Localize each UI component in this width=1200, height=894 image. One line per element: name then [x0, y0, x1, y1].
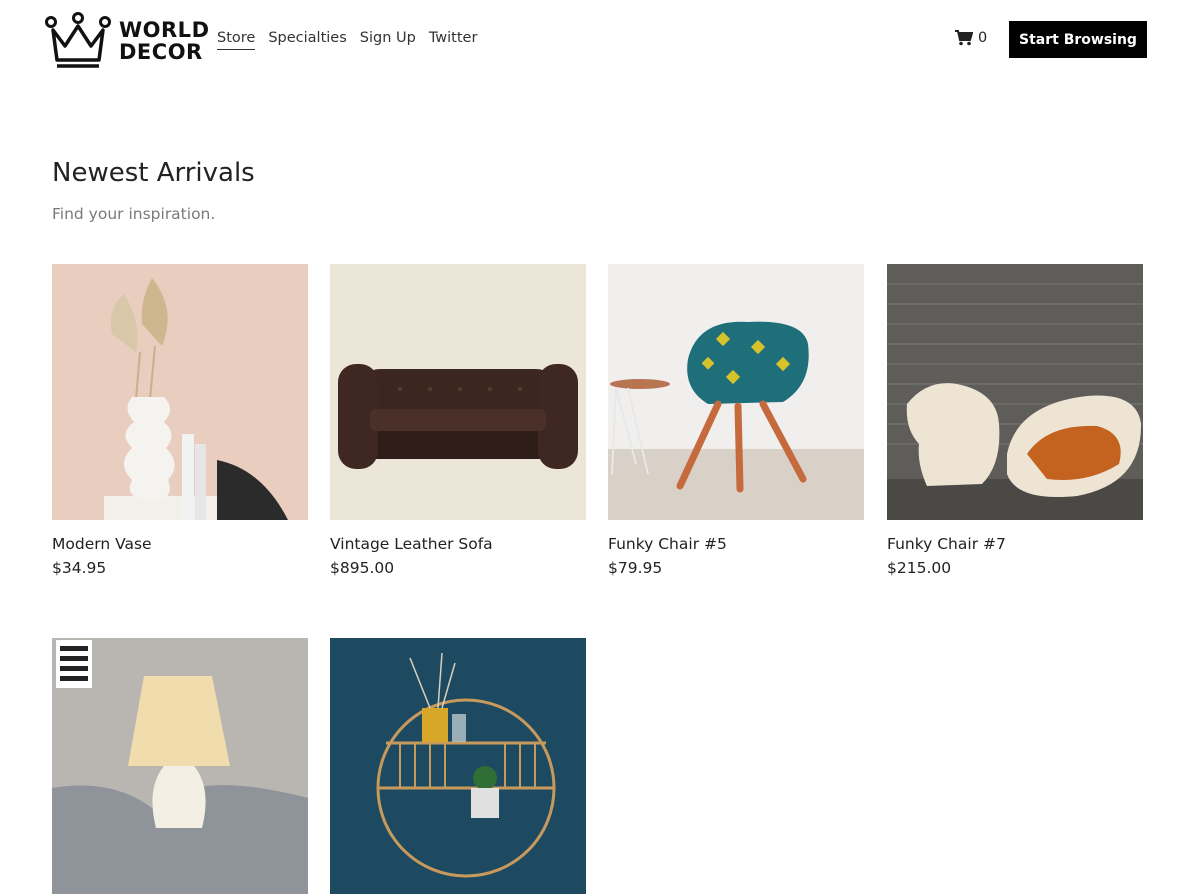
main-nav: Store Specialties Sign Up Twitter — [217, 30, 477, 50]
product-image[interactable] — [608, 264, 864, 520]
product-image[interactable] — [887, 264, 1143, 520]
product-name: Funky Chair #5 — [608, 535, 727, 553]
nav-twitter[interactable]: Twitter — [429, 30, 478, 50]
product-price: $215.00 — [887, 559, 952, 577]
product-price: $895.00 — [330, 559, 395, 577]
brand-wordmark: WORLD DECOR — [119, 19, 210, 63]
product-price: $34.95 — [52, 559, 107, 577]
nav-store[interactable]: Store — [217, 30, 256, 50]
product-card[interactable]: Vintage Leather Sofa $895.00 — [330, 264, 586, 577]
brand-line-1: WORLD — [119, 18, 210, 42]
cart-button[interactable]: 0 — [955, 30, 987, 46]
product-image[interactable] — [52, 264, 308, 520]
product-name: Funky Chair #7 — [887, 535, 1006, 553]
product-image[interactable] — [330, 264, 586, 520]
product-price: $79.95 — [608, 559, 663, 577]
section-title: Newest Arrivals — [52, 158, 255, 188]
product-card[interactable]: Modern Vase $34.95 — [52, 264, 308, 577]
nav-specialties[interactable]: Specialties — [268, 30, 346, 50]
brand-line-2: DECOR — [119, 40, 203, 64]
product-card[interactable] — [52, 638, 308, 894]
section-subtitle: Find your inspiration. — [52, 205, 216, 223]
product-image[interactable] — [330, 638, 586, 894]
crown-icon — [45, 12, 111, 68]
start-browsing-button[interactable]: Start Browsing — [1009, 21, 1147, 58]
cart-count: 0 — [978, 30, 988, 46]
nav-sign-up[interactable]: Sign Up — [360, 30, 416, 50]
product-name: Modern Vase — [52, 535, 152, 553]
product-name: Vintage Leather Sofa — [330, 535, 493, 553]
product-card[interactable]: Funky Chair #5 $79.95 — [608, 264, 864, 577]
product-card[interactable] — [330, 638, 586, 894]
brand-logo[interactable]: WORLD DECOR — [45, 12, 210, 70]
product-card[interactable]: Funky Chair #7 $215.00 — [887, 264, 1143, 577]
product-image[interactable] — [52, 638, 308, 894]
cart-icon — [955, 30, 973, 46]
